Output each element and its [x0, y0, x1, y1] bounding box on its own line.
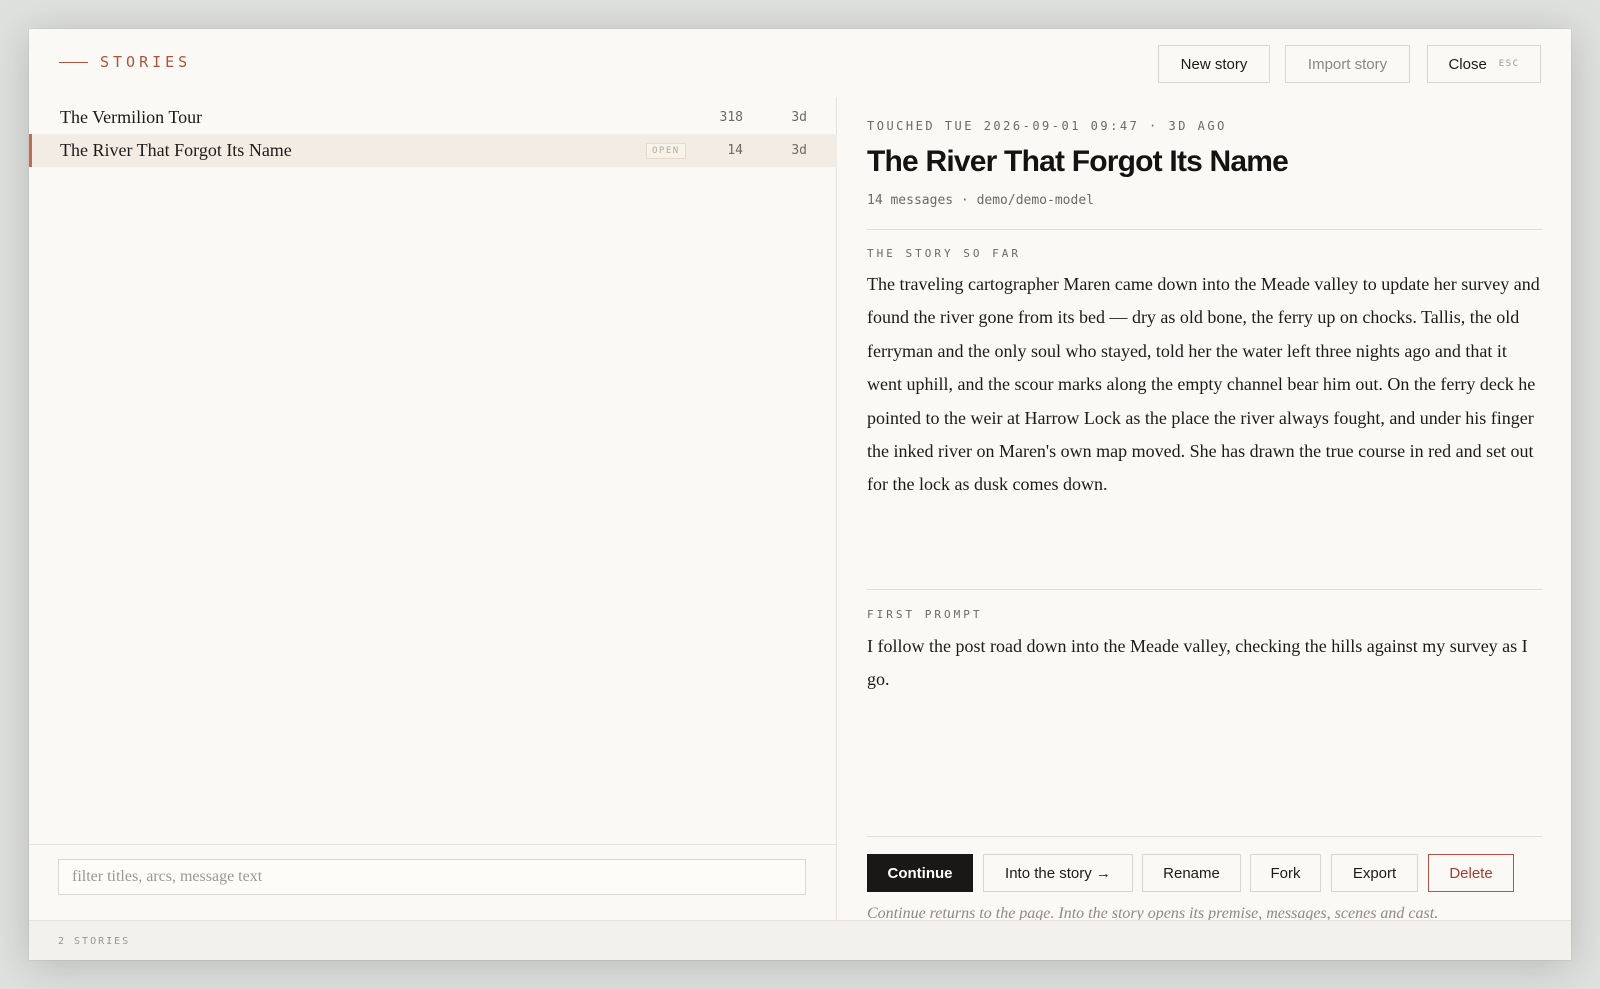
fork-button[interactable]: Fork: [1250, 854, 1321, 892]
story-message-count: 318: [719, 110, 743, 125]
import-story-button[interactable]: Import story: [1285, 45, 1410, 83]
modal-header: STORIES New story Import story Close ESC: [29, 29, 1571, 97]
brand: STORIES: [59, 53, 191, 71]
brand-title: STORIES: [100, 53, 192, 71]
filter-input[interactable]: [58, 859, 806, 895]
rename-button[interactable]: Rename: [1142, 854, 1241, 892]
delete-button[interactable]: Delete: [1428, 854, 1514, 892]
story-age: 3d: [791, 143, 807, 158]
new-story-button[interactable]: New story: [1158, 45, 1270, 83]
story-summary: The traveling cartographer Maren came do…: [867, 274, 1540, 495]
story-detail-panel: TOUCHED TUE 2026-09-01 09:47 · 3D AGO Th…: [867, 97, 1542, 922]
continue-button[interactable]: Continue: [867, 854, 973, 892]
export-button[interactable]: Export: [1331, 854, 1418, 892]
divider: [867, 589, 1542, 590]
story-detail-title: The River That Forgot Its Name: [867, 145, 1289, 178]
story-title: The Vermilion Tour: [60, 107, 203, 127]
first-prompt-label: FIRST PROMPT: [867, 608, 983, 621]
story-message-count: 14: [727, 143, 743, 158]
story-row-selected[interactable]: The River That Forgot Its Name OPEN 14 3…: [29, 134, 837, 167]
into-the-story-button[interactable]: Into the story →: [983, 854, 1133, 892]
story-row[interactable]: The Vermilion Tour 318 3d: [29, 101, 837, 134]
open-badge: OPEN: [646, 143, 686, 159]
touched-timestamp: TOUCHED TUE 2026-09-01 09:47 · 3D AGO: [867, 119, 1227, 133]
esc-shortcut: ESC: [1498, 59, 1520, 69]
divider: [867, 836, 1542, 837]
close-label: Close: [1448, 55, 1487, 73]
modal-footer: 2 STORIES: [29, 920, 1571, 960]
story-count: 2 STORIES: [58, 936, 131, 947]
stories-modal: STORIES New story Import story Close ESC…: [29, 29, 1571, 960]
story-title: The River That Forgot Its Name: [60, 140, 292, 160]
filter-bar: [29, 844, 837, 920]
close-button[interactable]: Close ESC: [1427, 45, 1541, 83]
story-so-far-label: THE STORY SO FAR: [867, 247, 1021, 260]
story-age: 3d: [791, 110, 807, 125]
divider: [867, 229, 1542, 230]
story-list-panel: The Vermilion Tour 318 3d The River That…: [29, 97, 837, 920]
first-prompt-text: I follow the post road down into the Mea…: [867, 636, 1528, 690]
story-meta: 14 messages · demo/demo-model: [867, 193, 1094, 208]
brand-rule: [59, 61, 88, 63]
